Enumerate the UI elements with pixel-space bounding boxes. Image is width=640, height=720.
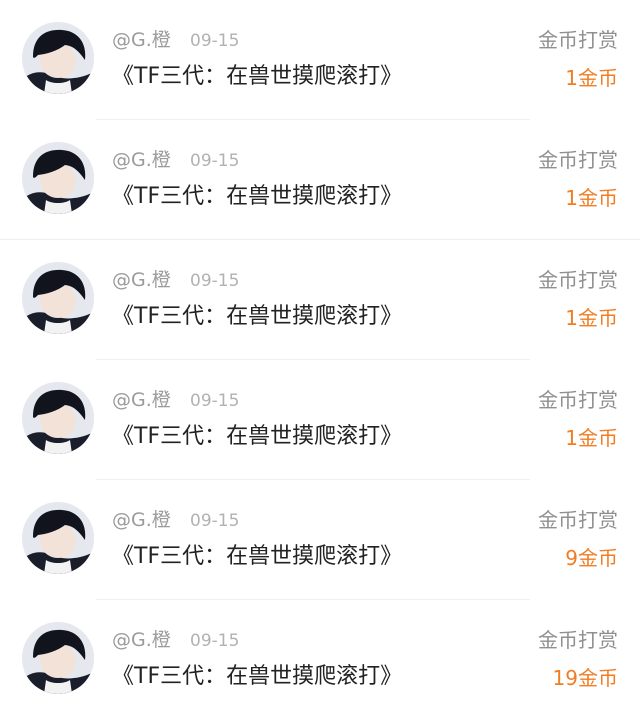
reward-type-label: 金币打赏 — [538, 508, 618, 532]
reward-type-label: 金币打赏 — [538, 148, 618, 172]
avatar-photo — [22, 22, 94, 94]
reward-type-label: 金币打赏 — [538, 28, 618, 52]
reward-type-label: 金币打赏 — [538, 628, 618, 652]
book-title[interactable]: 《TF三代：在兽世摸爬滚打》 — [112, 183, 402, 211]
list-item[interactable]: @G.橙 09-15 《TF三代：在兽世摸爬滚打》 金币打赏 1金币 — [0, 240, 640, 360]
username[interactable]: @G.橙 — [112, 268, 171, 292]
username[interactable]: @G.橙 — [112, 628, 171, 652]
reward-type-label: 金币打赏 — [538, 388, 618, 412]
list-item[interactable]: @G.橙 09-15 《TF三代：在兽世摸爬滚打》 金币打赏 9金币 — [0, 480, 640, 600]
avatar-photo — [22, 262, 94, 334]
avatar-photo — [22, 142, 94, 214]
username[interactable]: @G.橙 — [112, 148, 171, 172]
username[interactable]: @G.橙 — [112, 388, 171, 412]
list-item[interactable]: @G.橙 09-15 《TF三代：在兽世摸爬滚打》 金币打赏 1金币 — [0, 0, 640, 120]
reward-amount: 19金币 — [552, 666, 618, 690]
username[interactable]: @G.橙 — [112, 28, 171, 52]
list-item[interactable]: @G.橙 09-15 《TF三代：在兽世摸爬滚打》 金币打赏 19金币 — [0, 600, 640, 720]
avatar-photo — [22, 382, 94, 454]
reward-list: @G.橙 09-15 《TF三代：在兽世摸爬滚打》 金币打赏 1金币 @G.橙 … — [0, 0, 640, 720]
avatar[interactable] — [22, 382, 94, 454]
timestamp: 09-15 — [190, 511, 240, 531]
timestamp: 09-15 — [190, 151, 240, 171]
avatar[interactable] — [22, 262, 94, 334]
book-title[interactable]: 《TF三代：在兽世摸爬滚打》 — [112, 423, 402, 451]
reward-amount: 1金币 — [565, 66, 618, 90]
username[interactable]: @G.橙 — [112, 508, 171, 532]
list-item[interactable]: @G.橙 09-15 《TF三代：在兽世摸爬滚打》 金币打赏 1金币 — [0, 360, 640, 480]
timestamp: 09-15 — [190, 271, 240, 291]
timestamp: 09-15 — [190, 631, 240, 651]
book-title[interactable]: 《TF三代：在兽世摸爬滚打》 — [112, 543, 402, 571]
avatar[interactable] — [22, 622, 94, 694]
book-title[interactable]: 《TF三代：在兽世摸爬滚打》 — [112, 663, 402, 691]
avatar-photo — [22, 622, 94, 694]
reward-amount: 9金币 — [565, 546, 618, 570]
avatar[interactable] — [22, 142, 94, 214]
timestamp: 09-15 — [190, 391, 240, 411]
reward-amount: 1金币 — [565, 186, 618, 210]
timestamp: 09-15 — [190, 31, 240, 51]
reward-type-label: 金币打赏 — [538, 268, 618, 292]
book-title[interactable]: 《TF三代：在兽世摸爬滚打》 — [112, 63, 402, 91]
avatar-photo — [22, 502, 94, 574]
avatar[interactable] — [22, 502, 94, 574]
book-title[interactable]: 《TF三代：在兽世摸爬滚打》 — [112, 303, 402, 331]
list-item[interactable]: @G.橙 09-15 《TF三代：在兽世摸爬滚打》 金币打赏 1金币 — [0, 120, 640, 240]
reward-amount: 1金币 — [565, 306, 618, 330]
avatar[interactable] — [22, 22, 94, 94]
reward-amount: 1金币 — [565, 426, 618, 450]
